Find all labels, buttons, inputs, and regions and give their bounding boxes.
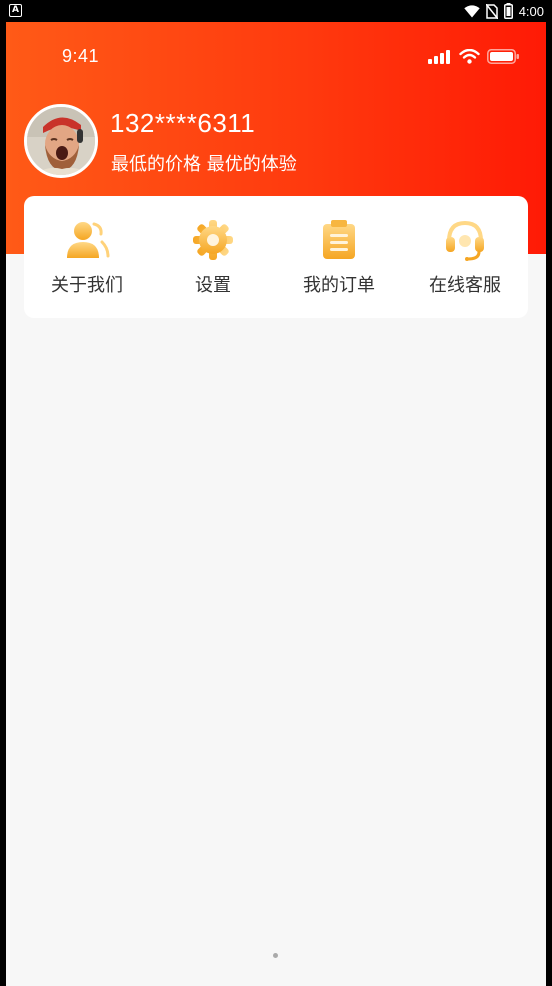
menu-label-about-us: 关于我们 [51,275,123,296]
notification-a-icon: A [9,4,22,17]
user-slogan: 最低的价格 最优的体验 [111,154,297,175]
system-status-bar: A 4:00 [0,0,552,22]
user-phone-number: 132****6311 [110,108,256,138]
about-us-icon [64,218,110,262]
menu-label-settings: 设置 [195,275,231,296]
no-sim-icon [485,3,498,19]
cellular-signal-icon [428,49,450,64]
wifi-icon [463,4,480,17]
battery-icon [503,3,513,19]
system-time: 4:00 [518,3,544,19]
headset-icon [442,218,488,262]
wifi-icon [459,49,480,64]
avatar[interactable] [24,104,98,178]
system-status-icons: 4:00 [463,2,544,20]
gear-icon [190,218,236,262]
avatar-image [27,107,95,175]
ios-status-time: 9:41 [62,46,100,66]
mine-screen: 9:41 132****6311 最低的价格 最优的体验 关于我们 设置 我的订… [6,22,546,986]
menu-item-online-support[interactable]: 在线客服 [402,196,528,318]
page-indicator-dot [273,953,278,958]
battery-icon [487,49,519,64]
ios-status-icons [428,49,520,64]
quick-menu-card: 关于我们 设置 我的订单 在线客服 [24,196,528,318]
menu-item-about-us[interactable]: 关于我们 [24,196,150,318]
order-clipboard-icon [316,218,362,262]
menu-item-my-orders[interactable]: 我的订单 [276,196,402,318]
menu-label-my-orders: 我的订单 [303,275,375,296]
menu-item-settings[interactable]: 设置 [150,196,276,318]
menu-label-online-support: 在线客服 [429,275,501,296]
